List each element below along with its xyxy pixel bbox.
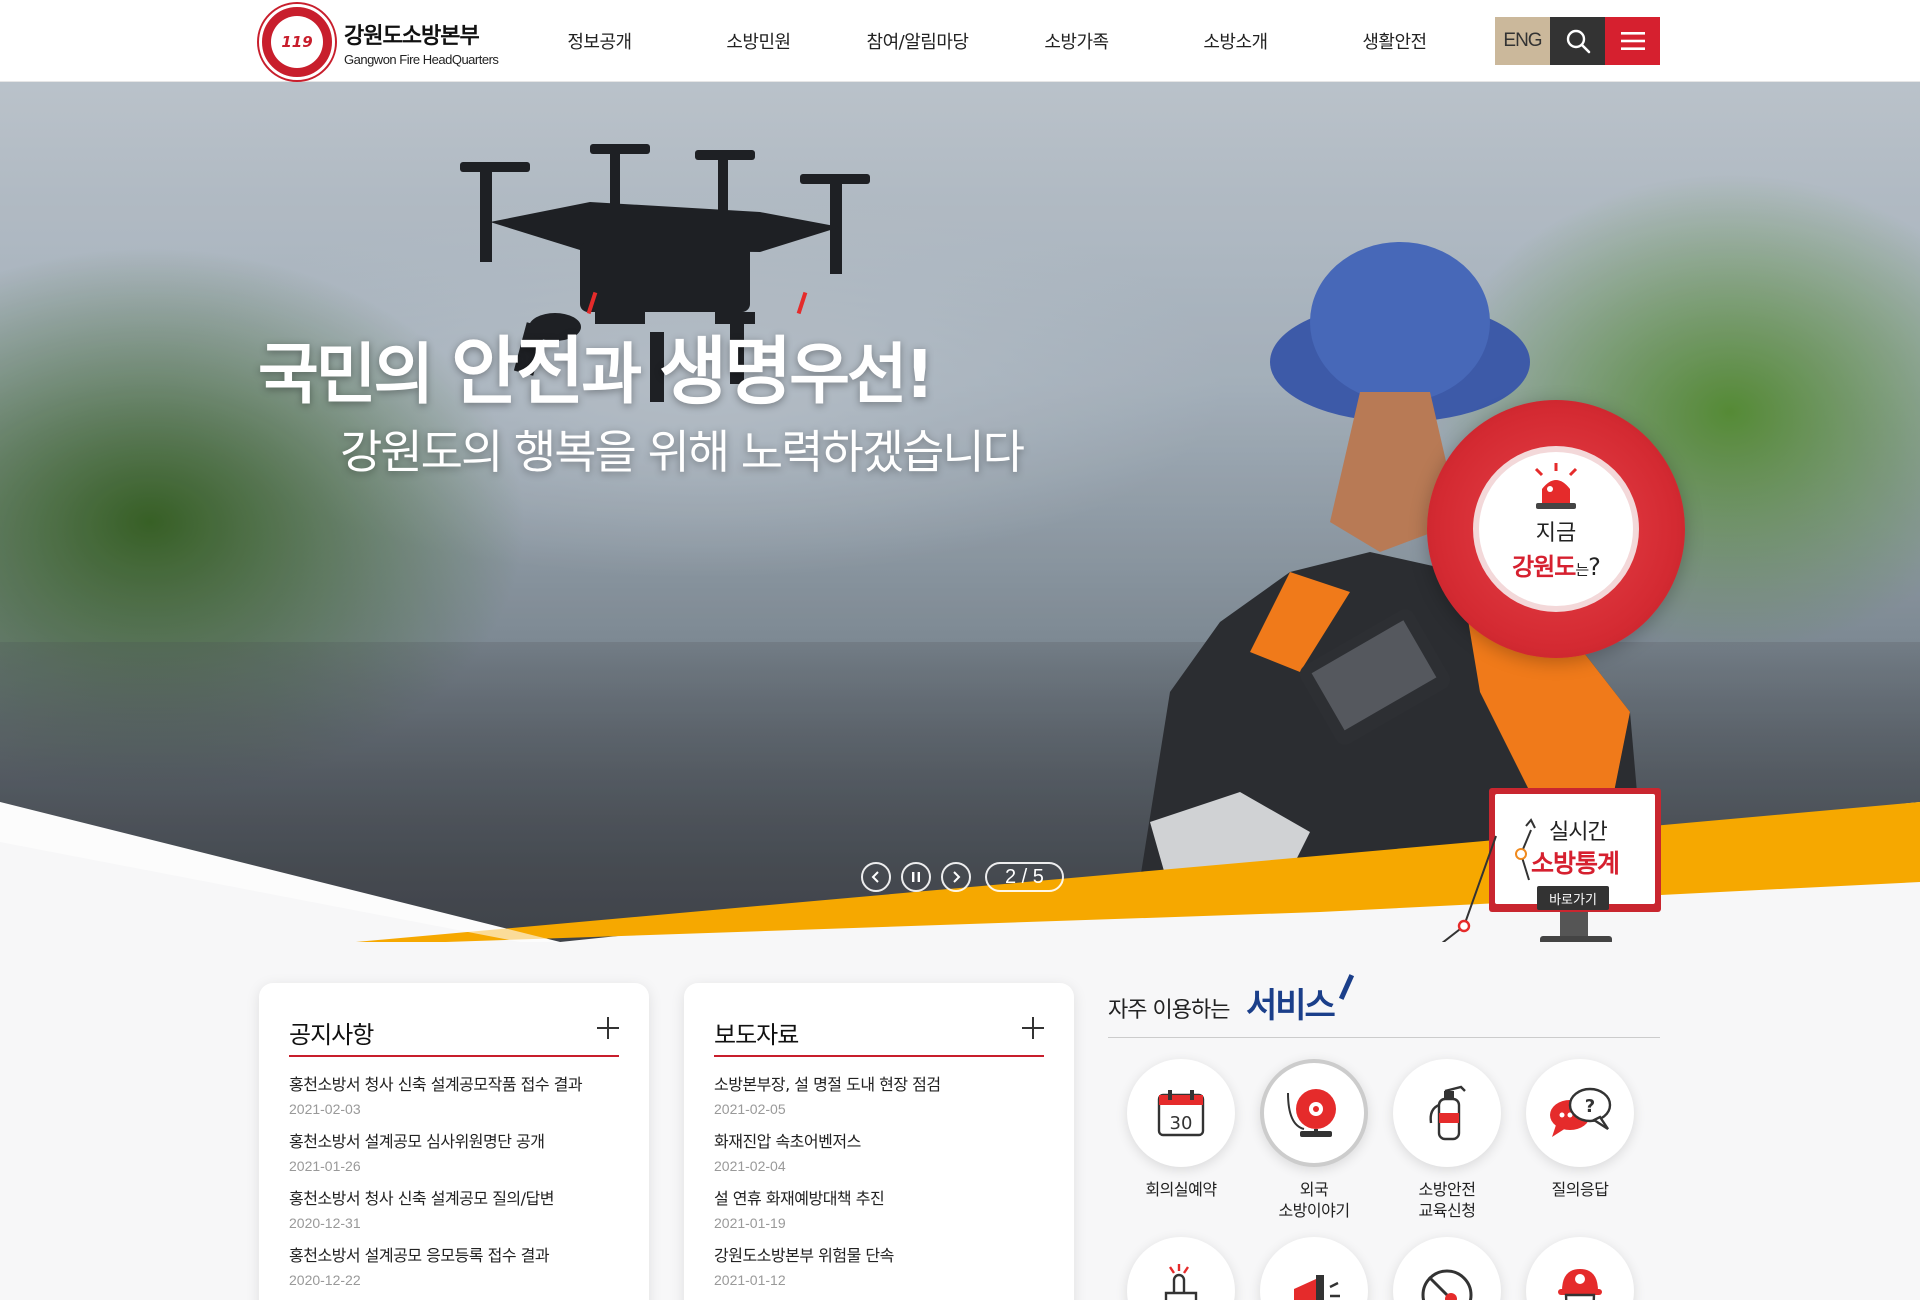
logo-title: 강원도소방본부 — [344, 23, 480, 49]
chevron-right-icon — [953, 871, 961, 883]
nav-item-about[interactable]: 소방소개 — [1156, 0, 1315, 82]
notice-board: 공지사항 홍천소방서 청사 신축 설계공모작품 접수 결과 2021-02-03 … — [259, 983, 649, 1300]
site-logo[interactable]: 119 강원도소방본부 Gangwon Fire HeadQuarters — [259, 4, 499, 80]
search-button[interactable] — [1550, 17, 1605, 65]
siren-icon — [1534, 463, 1578, 509]
badge-line-gangwon: 강원도는? — [1512, 552, 1601, 581]
stats-line-fire-statistics: 소방통계 — [1531, 849, 1620, 878]
plus-icon[interactable] — [597, 1017, 619, 1039]
service-foreign-fire-story[interactable]: 외국 소방이야기 — [1259, 1059, 1369, 1221]
now-gangwon-badge[interactable]: 지금 강원도는? — [1427, 400, 1685, 658]
service-firefighter[interactable] — [1525, 1237, 1635, 1300]
board-title-press: 보도자료 — [714, 1021, 799, 1049]
hamburger-menu-icon — [1620, 32, 1645, 50]
nav-item-fire-family[interactable]: 소방가족 — [997, 0, 1156, 82]
service-no-fire[interactable] — [1392, 1237, 1502, 1300]
list-item[interactable]: 소방본부장, 설 명절 도내 현장 점검 2021-02-05 — [714, 1071, 1044, 1128]
main-navigation: 정보공개 소방민원 참여/알림마당 소방가족 소방소개 생활안전 — [520, 0, 1474, 82]
pause-icon — [912, 872, 920, 882]
site-header: 119 강원도소방본부 Gangwon Fire HeadQuarters 정보… — [0, 0, 1920, 82]
stats-line-realtime: 실시간 — [1549, 820, 1608, 845]
svg-text:30: 30 — [1170, 1113, 1193, 1134]
logo-subtitle: Gangwon Fire HeadQuarters — [344, 51, 499, 67]
list-item[interactable]: 홍천소방서 설계공모 심사위원명단 공개 2021-01-26 — [289, 1128, 619, 1185]
list-item[interactable]: 홍천소방서 청사 신축 설계공모작품 접수 결과 2021-02-03 — [289, 1071, 619, 1128]
list-item[interactable]: 홍천소방서 청사 신축 설계공모 질의/답변 2020-12-31 — [289, 1185, 619, 1242]
service-megaphone[interactable] — [1259, 1237, 1369, 1300]
menu-button[interactable] — [1605, 17, 1660, 65]
fire-extinguisher-icon — [1429, 1085, 1466, 1141]
nav-item-life-safety[interactable]: 생활안전 — [1315, 0, 1474, 82]
frequent-services: 자주 이용하는 서비스 30 회의실예약 외국 소방이야기 소방안전 교육신청 … — [1108, 970, 1660, 1300]
service-hand-press[interactable] — [1126, 1237, 1236, 1300]
no-fire-icon — [1421, 1269, 1473, 1300]
service-meeting-room[interactable]: 30 회의실예약 — [1126, 1059, 1236, 1200]
list-item[interactable]: 화재진압 속초어벤저스 2021-02-04 — [714, 1128, 1044, 1185]
nav-item-participation[interactable]: 참여/알림마당 — [838, 0, 997, 82]
fire-alarm-bell-icon — [1287, 1089, 1336, 1137]
hero-subheadline: 강원도의 행복을 위해 노력하겠습니다 — [340, 425, 1025, 479]
slider-controls: 2 / 5 — [861, 862, 1064, 892]
nav-item-info-disclosure[interactable]: 정보공개 — [520, 0, 679, 82]
hero-banner: 국민의 안전과 생명우선! 강원도의 행복을 위해 노력하겠습니다 지금 강원도… — [0, 82, 1920, 942]
stats-go-button[interactable]: 바로가기 — [1537, 886, 1609, 910]
firefighter-icon — [1558, 1269, 1602, 1300]
calendar-icon: 30 — [1157, 1090, 1205, 1137]
prev-slide-button[interactable] — [861, 862, 891, 892]
utility-buttons: ENG — [1495, 17, 1660, 65]
plus-icon[interactable] — [1022, 1017, 1044, 1039]
pause-slide-button[interactable] — [901, 862, 931, 892]
megaphone-icon — [1294, 1275, 1340, 1300]
slide-counter: 2 / 5 — [985, 862, 1064, 892]
svg-text:?: ? — [1585, 1096, 1595, 1117]
emblem-icon: 119 — [259, 4, 335, 80]
speech-bubble-question-icon: ? — [1550, 1087, 1612, 1137]
english-button[interactable]: ENG — [1495, 17, 1550, 65]
search-icon — [1566, 29, 1590, 54]
hand-press-icon — [1164, 1264, 1198, 1300]
list-item[interactable]: 설 연휴 화재예방대책 추진 2021-01-19 — [714, 1185, 1044, 1242]
next-slide-button[interactable] — [941, 862, 971, 892]
hero-headline: 국민의 안전과 생명우선! — [258, 329, 935, 415]
press-release-board: 보도자료 소방본부장, 설 명절 도내 현장 점검 2021-02-05 화재진압… — [684, 983, 1074, 1300]
service-safety-education[interactable]: 소방안전 교육신청 — [1392, 1059, 1502, 1221]
badge-line-now: 지금 — [1535, 520, 1577, 546]
services-heading: 자주 이용하는 서비스 — [1108, 970, 1660, 1038]
board-title-notice: 공지사항 — [289, 1021, 374, 1049]
list-item[interactable]: 홍천소방서 설계공모 응모등록 접수 결과 2020-12-22 — [289, 1242, 619, 1299]
nav-item-fire-civil-service[interactable]: 소방민원 — [679, 0, 838, 82]
service-qna[interactable]: ? 질의응답 — [1525, 1059, 1635, 1200]
emblem-number: 119 — [271, 16, 323, 68]
list-item[interactable]: 강원도소방본부 위험물 단속 2021-01-12 — [714, 1242, 1044, 1299]
stats-pointer-line — [1441, 835, 1497, 942]
chevron-left-icon — [871, 871, 879, 883]
